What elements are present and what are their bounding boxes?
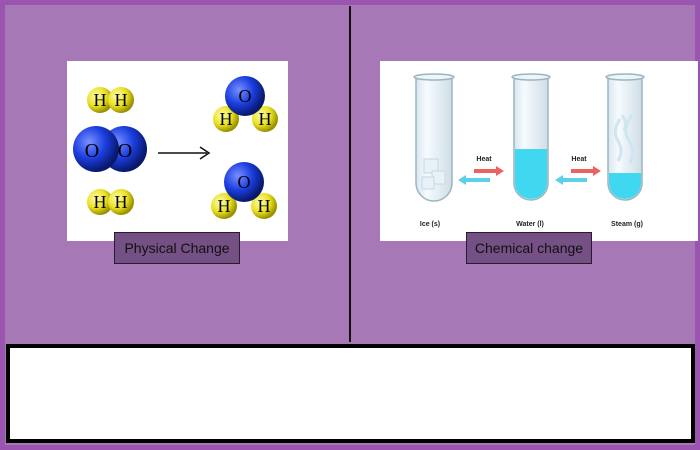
- steam-tube: [605, 73, 645, 201]
- steam-label: Steam (g): [611, 221, 643, 228]
- water-label: Water (l): [516, 221, 544, 228]
- svg-text:O: O: [238, 172, 251, 192]
- svg-text:H: H: [259, 109, 272, 129]
- svg-text:O: O: [85, 140, 99, 162]
- water-tube: [511, 73, 551, 201]
- svg-text:O: O: [118, 140, 132, 162]
- molecule-diagram-card: H H O O H H O H H O H H: [67, 61, 288, 241]
- svg-text:H: H: [115, 90, 128, 110]
- cool-arrow-2-icon: [555, 175, 587, 185]
- physical-change-label[interactable]: Physical Change: [114, 232, 240, 264]
- hydrogen-molecule-top: H H: [87, 87, 134, 113]
- svg-text:H: H: [94, 192, 107, 212]
- svg-text:H: H: [218, 196, 231, 216]
- oxygen-molecule: O O: [73, 126, 147, 172]
- water-molecule-top: O H H: [213, 76, 278, 132]
- hydrogen-molecule-bottom: H H: [87, 189, 134, 215]
- heat-arrow-2-icon: Heat: [571, 156, 601, 176]
- svg-text:Heat: Heat: [571, 156, 587, 163]
- water-molecule-bottom: O H H: [211, 162, 277, 219]
- ice-tube: [413, 73, 455, 202]
- answer-box[interactable]: [6, 344, 695, 443]
- chemical-change-label[interactable]: Chemical change: [466, 232, 592, 264]
- states-of-water-diagram: Heat Heat Ice (s) Water (l) Steam (g): [413, 73, 645, 228]
- cool-arrow-1-icon: [458, 175, 490, 185]
- svg-text:H: H: [258, 196, 271, 216]
- svg-text:Heat: Heat: [476, 156, 492, 163]
- svg-text:H: H: [220, 109, 233, 129]
- svg-text:H: H: [115, 192, 128, 212]
- reaction-arrow-icon: [158, 146, 211, 160]
- svg-text:O: O: [239, 86, 252, 106]
- test-tube-diagram-card: Heat Heat Ice (s) Water (l) Steam (g): [380, 61, 698, 241]
- svg-text:H: H: [94, 90, 107, 110]
- heat-arrow-1-icon: Heat: [474, 156, 504, 176]
- center-divider: [349, 6, 351, 342]
- ice-label: Ice (s): [420, 221, 440, 228]
- molecule-diagram: H H O O H H O H H O H H: [73, 76, 278, 219]
